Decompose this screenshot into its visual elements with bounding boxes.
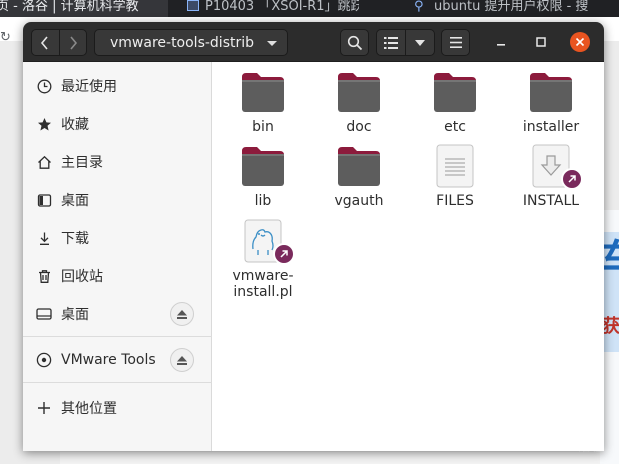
- search-button[interactable]: [340, 29, 369, 56]
- sidebar-item-desktop[interactable]: 桌面: [23, 182, 212, 218]
- folder-item[interactable]: vgauth: [319, 145, 399, 211]
- eject-button[interactable]: [170, 302, 194, 326]
- chevron-down-icon: [415, 39, 426, 46]
- folder-icon: [434, 73, 476, 112]
- folder-item[interactable]: etc: [415, 71, 495, 137]
- sidebar-item-recent[interactable]: 最近使用: [23, 68, 212, 104]
- minimize-button[interactable]: [491, 32, 511, 52]
- sidebar-item-label: 桌面: [61, 193, 89, 209]
- file-name: vgauth: [334, 193, 384, 209]
- sidebar-item-downloads[interactable]: 下载: [23, 220, 212, 256]
- browser-tab[interactable]: 页 - 洛谷 | 计算机科学教: [0, 0, 168, 17]
- sidebar-separator: [23, 336, 212, 337]
- header-bar: vmware-tools-distrib: [23, 22, 604, 62]
- folder-item[interactable]: doc: [319, 71, 399, 137]
- symlink-arrow-icon: [273, 243, 295, 265]
- folder-icon: [530, 73, 572, 112]
- file-name-line: vmware-: [232, 268, 294, 284]
- trash-icon: [35, 267, 53, 285]
- view-dropdown-button[interactable]: [405, 30, 434, 55]
- folder-item[interactable]: installer: [511, 71, 591, 137]
- page-footer-strip: [60, 452, 600, 464]
- maximize-button[interactable]: [531, 32, 551, 52]
- text-file-icon: [436, 144, 474, 188]
- search-favicon-icon: ⚲: [414, 0, 424, 14]
- home-icon: [35, 153, 53, 171]
- browser-tab[interactable]: P10403 「XSOI-R1」跳跃: [187, 0, 359, 17]
- minimize-icon: [497, 44, 505, 46]
- folder-icon: [242, 73, 284, 112]
- script-item[interactable]: vmware- install.pl: [223, 219, 303, 303]
- browser-tab[interactable]: ⚲ ubuntu 提升用户权限 - 搜: [414, 0, 619, 17]
- sidebar-item-label: VMware Tools: [61, 352, 156, 368]
- symlink-arrow-icon: [561, 168, 583, 190]
- file-name: installer: [522, 119, 580, 135]
- close-icon: [575, 37, 585, 47]
- navigation-buttons: [31, 29, 87, 56]
- clock-icon: [35, 77, 53, 95]
- favicon-icon: [187, 0, 199, 11]
- sidebar-item-vmware-tools[interactable]: VMware Tools: [23, 342, 212, 378]
- folder-item[interactable]: bin: [223, 71, 303, 137]
- sidebar-item-other-locations[interactable]: 其他位置: [23, 390, 212, 426]
- eject-button[interactable]: [170, 348, 194, 372]
- menu-button[interactable]: [441, 29, 470, 56]
- sidebar-item-trash[interactable]: 回收站: [23, 258, 212, 294]
- sidebar-item-label: 收藏: [61, 117, 89, 133]
- sidebar-item-label: 下载: [61, 231, 89, 247]
- path-bar-button[interactable]: vmware-tools-distrib: [94, 29, 288, 56]
- banner-text: 获: [602, 316, 619, 337]
- file-name: etc: [444, 119, 466, 135]
- download-icon: [35, 229, 53, 247]
- plus-icon: [35, 399, 53, 417]
- file-grid: bin doc etc installer lib vgauth FILES I…: [213, 62, 604, 451]
- file-item[interactable]: FILES: [415, 144, 495, 210]
- eject-icon: [177, 355, 187, 365]
- folder-icon: [338, 147, 380, 186]
- chevron-down-icon: [267, 41, 277, 46]
- back-button[interactable]: [32, 30, 59, 55]
- eject-icon: [177, 309, 187, 319]
- tab-title: 页 - 洛谷 | 计算机科学教: [0, 0, 139, 14]
- maximize-icon: [536, 37, 546, 47]
- sidebar-item-label: 主目录: [61, 155, 103, 171]
- file-name: INSTALL: [522, 193, 580, 209]
- tab-title: P10403 「XSOI-R1」跳跃: [205, 0, 359, 14]
- drive-icon: [35, 305, 53, 323]
- file-name: FILES: [436, 193, 474, 209]
- desktop-folder-icon: [35, 191, 53, 209]
- file-name-line: install.pl: [233, 284, 293, 300]
- sidebar-item-label: 回收站: [61, 269, 103, 285]
- star-icon: [35, 115, 53, 133]
- list-view-button[interactable]: [377, 30, 405, 55]
- list-view-icon: [384, 36, 399, 49]
- sidebar-item-starred[interactable]: 收藏: [23, 106, 212, 142]
- sidebar-item-desktop-drive[interactable]: 桌面: [23, 296, 212, 332]
- hamburger-menu-icon: [449, 37, 462, 48]
- view-options: [376, 29, 435, 56]
- folder-item[interactable]: lib: [223, 145, 303, 211]
- file-name: bin: [252, 119, 274, 135]
- folder-icon: [338, 73, 380, 112]
- sidebar: 最近使用 收藏 主目录 桌面 下载 回收站 桌面 VMware Tools 其他…: [23, 62, 212, 451]
- browser-tab-bar: 页 - 洛谷 | 计算机科学教 P10403 「XSOI-R1」跳跃 ⚲ ubun…: [0, 0, 619, 17]
- folder-icon: [242, 147, 284, 186]
- disc-icon: [35, 351, 53, 369]
- search-icon: [347, 35, 362, 50]
- symlink-item[interactable]: INSTALL: [511, 144, 591, 210]
- tab-title: ubuntu 提升用户权限 - 搜: [434, 0, 589, 14]
- sidebar-item-home[interactable]: 主目录: [23, 144, 212, 180]
- sidebar-item-label: 桌面: [61, 307, 89, 323]
- sidebar-separator: [23, 382, 212, 383]
- forward-button[interactable]: [58, 30, 86, 55]
- file-manager-window: vmware-tools-distrib 最近使用 收藏 主目录 桌面 下载 回…: [23, 22, 604, 451]
- sidebar-item-label: 最近使用: [61, 79, 117, 95]
- file-name: doc: [346, 119, 372, 135]
- current-folder-label: vmware-tools-distrib: [110, 34, 255, 51]
- file-name: lib: [254, 193, 272, 209]
- close-button[interactable]: [570, 32, 590, 52]
- sidebar-item-label: 其他位置: [61, 401, 117, 417]
